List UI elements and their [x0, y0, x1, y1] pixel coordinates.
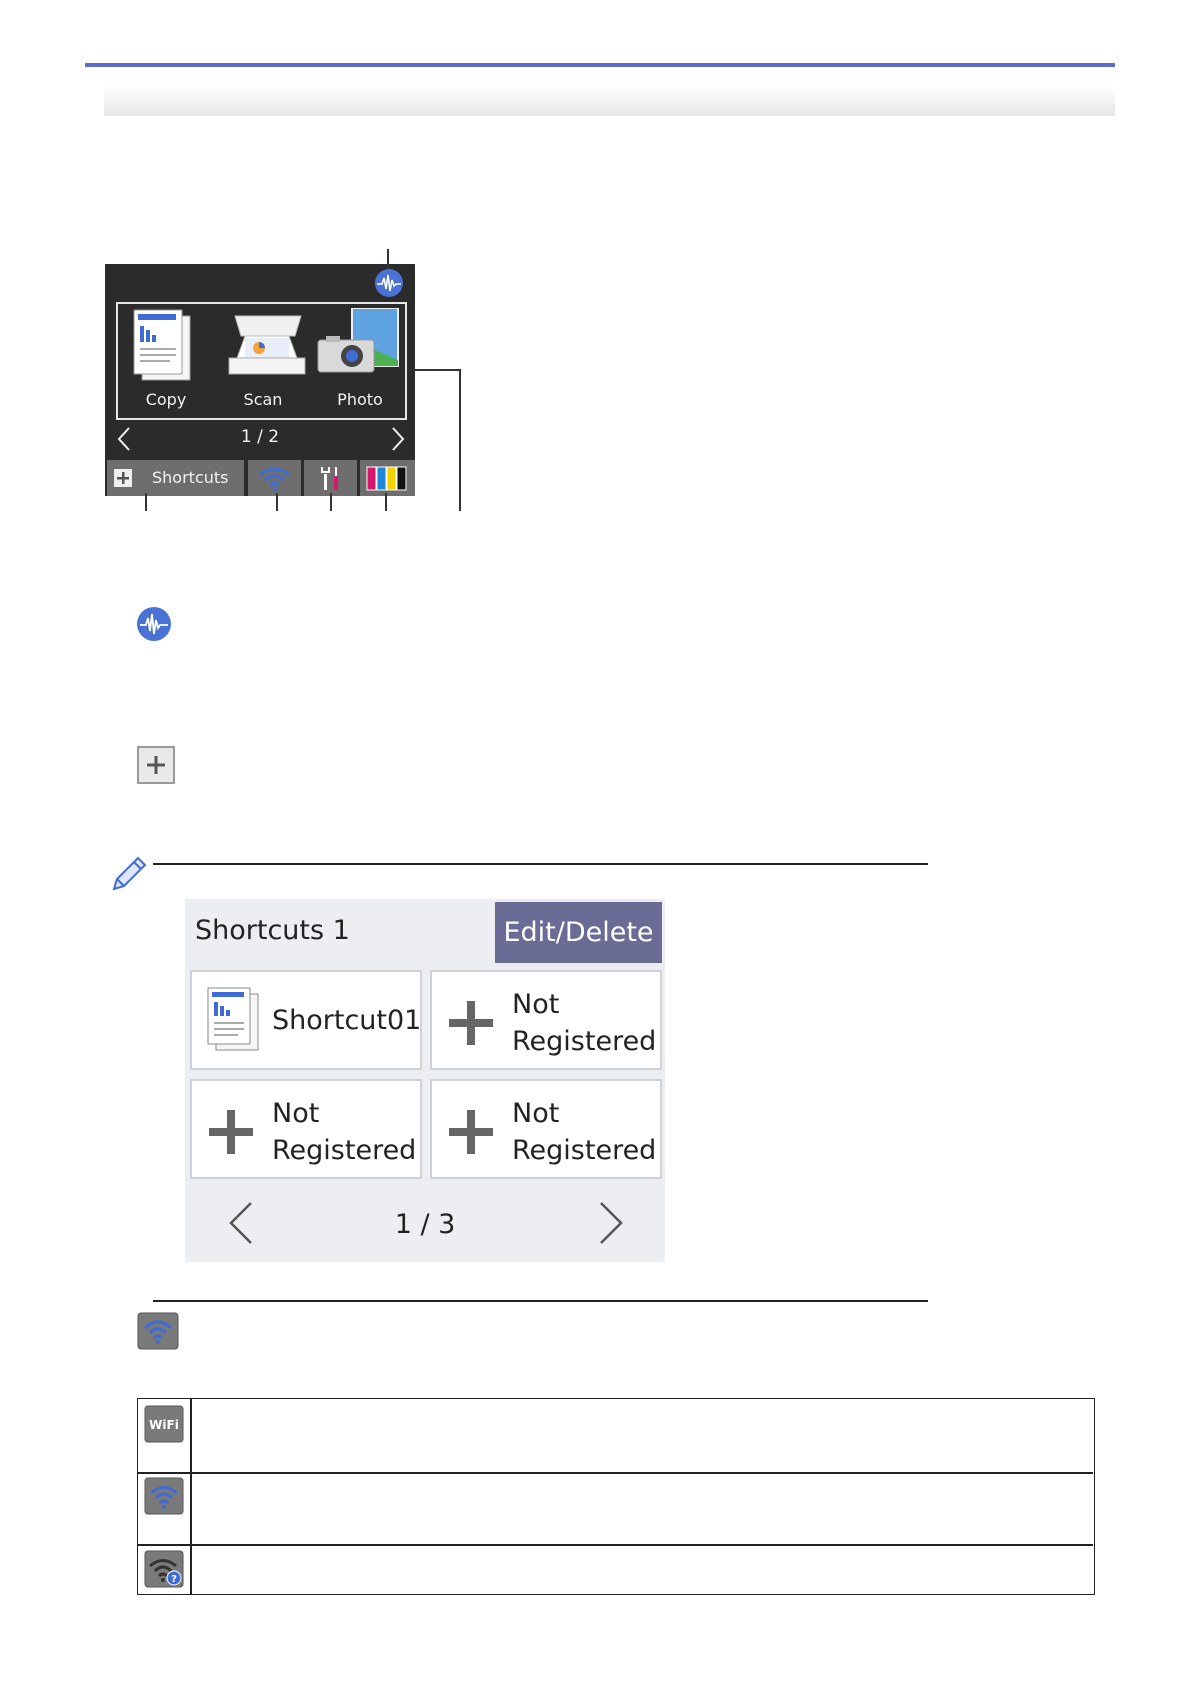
settings-button[interactable] [304, 460, 357, 496]
shortcut-tile[interactable]: Not Registered [190, 1079, 422, 1179]
shortcut-tile[interactable]: Shortcut01 [190, 970, 422, 1070]
shortcut-tile-label: Not Registered [512, 986, 656, 1060]
shortcuts-button[interactable]: Shortcuts [107, 460, 244, 496]
callout-line-functions-h [410, 369, 460, 371]
chevron-left-icon[interactable] [113, 424, 135, 454]
pencil-icon [112, 856, 147, 891]
shortcut-tile[interactable]: Not Registered [430, 970, 662, 1070]
svg-text:?: ? [171, 1574, 177, 1585]
wifi-icon [259, 467, 290, 491]
edit-delete-button[interactable]: Edit/Delete [495, 902, 662, 963]
scan-function-button[interactable]: Scan [215, 304, 311, 418]
scan-label: Scan [243, 390, 283, 409]
function-icons-frame: Copy Scan Photo [116, 302, 407, 420]
callout-line-quiet [387, 249, 389, 269]
wifi-connected-icon [144, 1477, 184, 1515]
lcd-page-indicator: 1 / 2 [240, 427, 280, 447]
wifi-status-table: WiFi ? [137, 1398, 1095, 1595]
shortcut-tile-line1: Not [512, 1098, 560, 1129]
plus-icon [449, 1001, 493, 1045]
photo-function-button[interactable]: Photo [312, 304, 408, 418]
table-row-divider [138, 1544, 1093, 1546]
shortcut-tile-line2: Registered [512, 1026, 657, 1057]
plus-icon [209, 1110, 253, 1154]
shortcut-tile-label: Not Registered [272, 1095, 416, 1169]
callout-line-settings [330, 493, 332, 511]
chevron-left-icon[interactable] [227, 1201, 257, 1245]
note-rule-top [153, 863, 928, 865]
ink-icon [366, 466, 407, 491]
wifi-status-button[interactable] [248, 460, 301, 496]
shortcut-tile-line1: Not [512, 989, 560, 1020]
copy-label: Copy [145, 390, 187, 409]
scan-icon [228, 315, 306, 375]
shortcuts-screen-title: Shortcuts 1 [195, 915, 350, 946]
lcd-home-screen: Copy Scan Photo 1 / 2 Shortcuts [105, 264, 415, 496]
callout-line-wifi [276, 493, 278, 511]
copy-icon [207, 987, 259, 1051]
chevron-right-icon[interactable] [387, 424, 409, 454]
table-row-divider [138, 1472, 1093, 1474]
wifi-unknown-icon: ? [144, 1550, 184, 1588]
callout-line-shortcuts [145, 493, 147, 511]
photo-icon [317, 308, 399, 373]
shortcut-tile-line2: Registered [272, 1135, 417, 1166]
copy-function-button[interactable]: Copy [118, 304, 214, 418]
section-heading-bar [104, 86, 1115, 116]
shortcut-tile-line2: Registered [512, 1135, 657, 1166]
lcd-status-bar: Shortcuts [105, 460, 415, 496]
callout-line-ink [385, 493, 387, 511]
plus-icon [114, 469, 132, 487]
shortcuts-icon [137, 746, 175, 784]
shortcuts-page-indicator: 1 / 3 [394, 1209, 456, 1240]
copy-icon [133, 309, 191, 381]
quiet-mode-icon [137, 607, 171, 641]
wifi-icon [137, 1312, 179, 1350]
shortcut-tile-label: Not Registered [512, 1095, 656, 1169]
callout-line-functions-v [459, 369, 461, 511]
plus-icon [449, 1110, 493, 1154]
table-column-divider [190, 1399, 192, 1594]
svg-text:WiFi: WiFi [149, 1418, 179, 1432]
note-rule-bottom [153, 1300, 928, 1302]
shortcuts-screen: Shortcuts 1 Edit/Delete Shortcut01 Not R… [185, 899, 665, 1262]
chevron-right-icon[interactable] [595, 1201, 625, 1245]
shortcut-tile-label: Shortcut01 [272, 1005, 422, 1036]
shortcut-tile[interactable]: Not Registered [430, 1079, 662, 1179]
wifi-text-icon: WiFi [144, 1405, 184, 1443]
shortcut-tile-line1: Not [272, 1098, 320, 1129]
shortcuts-label: Shortcuts [152, 468, 229, 487]
photo-label: Photo [337, 390, 383, 409]
header-rule [85, 63, 1115, 67]
settings-icon [321, 467, 338, 490]
quiet-mode-icon [375, 269, 403, 297]
ink-button[interactable] [360, 460, 415, 496]
